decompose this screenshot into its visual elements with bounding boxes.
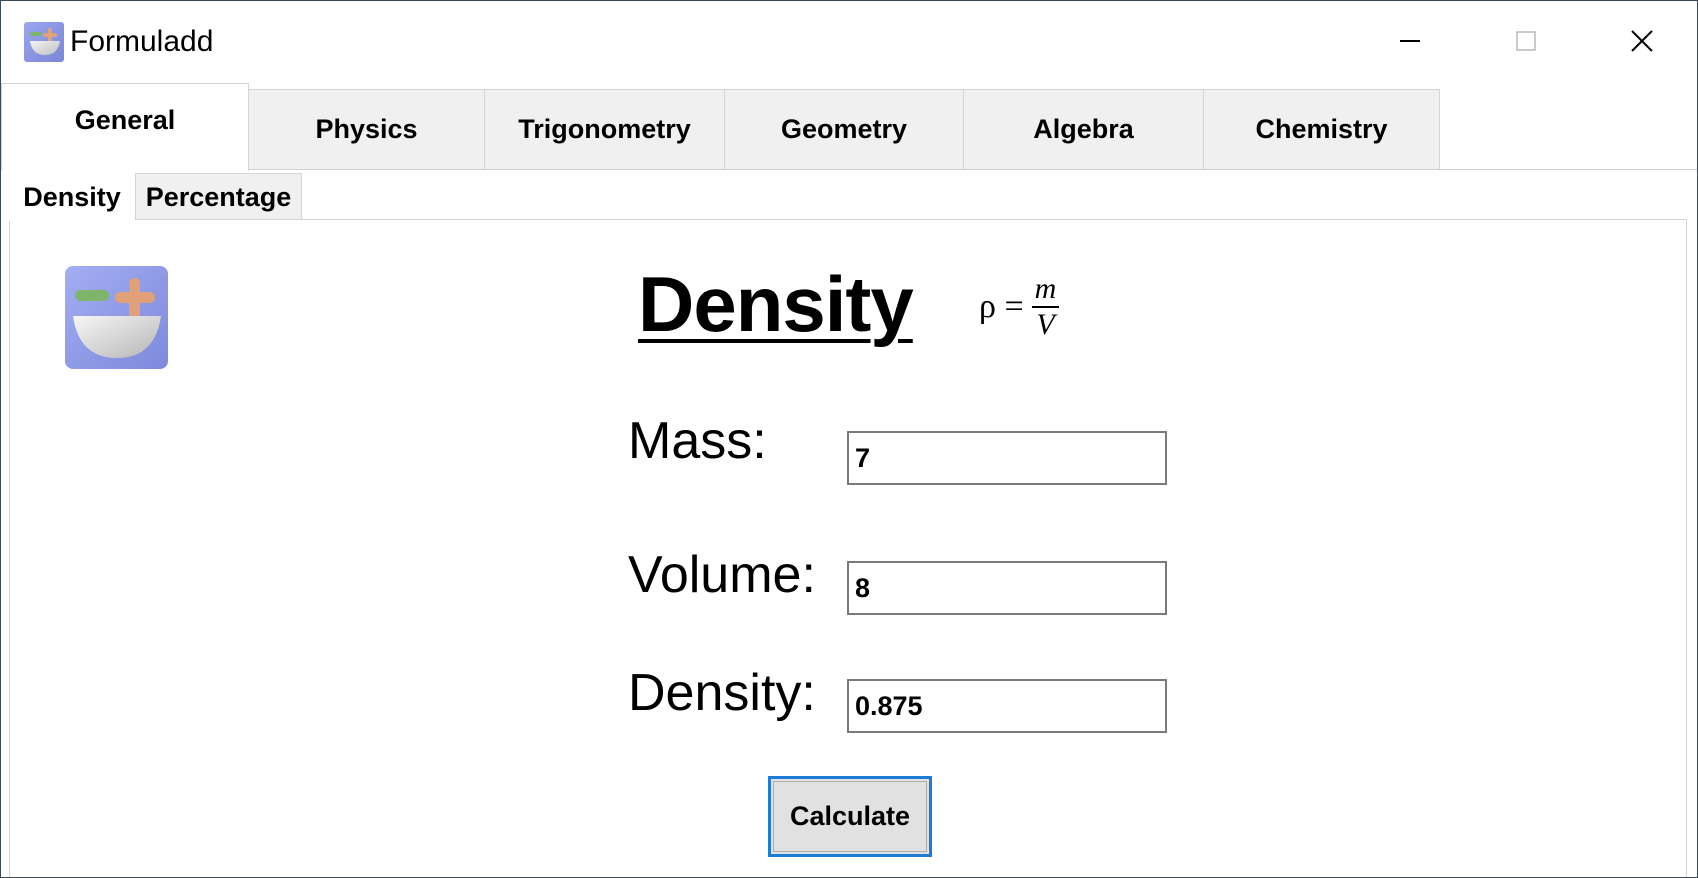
tab-label: Trigonometry bbox=[518, 114, 691, 144]
tab-chemistry[interactable]: Chemistry bbox=[1203, 89, 1440, 169]
formula-denominator: V bbox=[1036, 308, 1055, 341]
tab-label: Algebra bbox=[1033, 114, 1134, 144]
minimize-icon bbox=[1400, 40, 1420, 42]
tab-label: Geometry bbox=[780, 114, 908, 144]
app-icon bbox=[24, 22, 64, 62]
density-formula: ρ = m V bbox=[979, 274, 1060, 341]
subtab-label: Percentage bbox=[145, 182, 292, 212]
title-bar[interactable]: Formuladd bbox=[1, 1, 1697, 81]
subtab-label: Density bbox=[23, 181, 121, 212]
formula-numerator: m bbox=[1031, 274, 1060, 308]
formula-lhs: ρ = bbox=[979, 288, 1024, 325]
maximize-button[interactable] bbox=[1467, 1, 1585, 81]
formula-fraction: m V bbox=[1031, 274, 1060, 341]
calculate-button[interactable]: Calculate bbox=[768, 776, 932, 857]
tab-label: Chemistry bbox=[1255, 114, 1388, 144]
tab-label: Physics bbox=[315, 114, 418, 144]
subtab-density[interactable]: Density bbox=[9, 173, 135, 221]
subtab-percentage[interactable]: Percentage bbox=[135, 173, 302, 221]
volume-input[interactable] bbox=[847, 561, 1167, 615]
tab-geometry[interactable]: Geometry bbox=[724, 89, 964, 169]
app-logo bbox=[65, 266, 168, 369]
app-window: Formuladd General Physics Trigonometry G… bbox=[0, 0, 1698, 878]
mass-input[interactable] bbox=[847, 431, 1167, 485]
maximize-icon bbox=[1516, 31, 1536, 51]
close-button[interactable] bbox=[1583, 1, 1697, 81]
minimize-button[interactable] bbox=[1351, 1, 1469, 81]
tab-algebra[interactable]: Algebra bbox=[963, 89, 1204, 169]
page-title: Density bbox=[638, 260, 914, 348]
volume-label: Volume: bbox=[628, 546, 816, 604]
tab-label: General bbox=[74, 105, 176, 135]
mass-label: Mass: bbox=[628, 412, 767, 470]
close-icon bbox=[1631, 30, 1653, 52]
tab-general[interactable]: General bbox=[1, 83, 249, 171]
window-title: Formuladd bbox=[70, 25, 214, 58]
density-label: Density: bbox=[628, 664, 816, 722]
tab-trigonometry[interactable]: Trigonometry bbox=[484, 89, 725, 169]
tabstrip-divider bbox=[1, 169, 1697, 170]
density-output[interactable] bbox=[847, 679, 1167, 733]
calculate-button-label: Calculate bbox=[789, 801, 911, 831]
tab-physics[interactable]: Physics bbox=[248, 89, 485, 169]
